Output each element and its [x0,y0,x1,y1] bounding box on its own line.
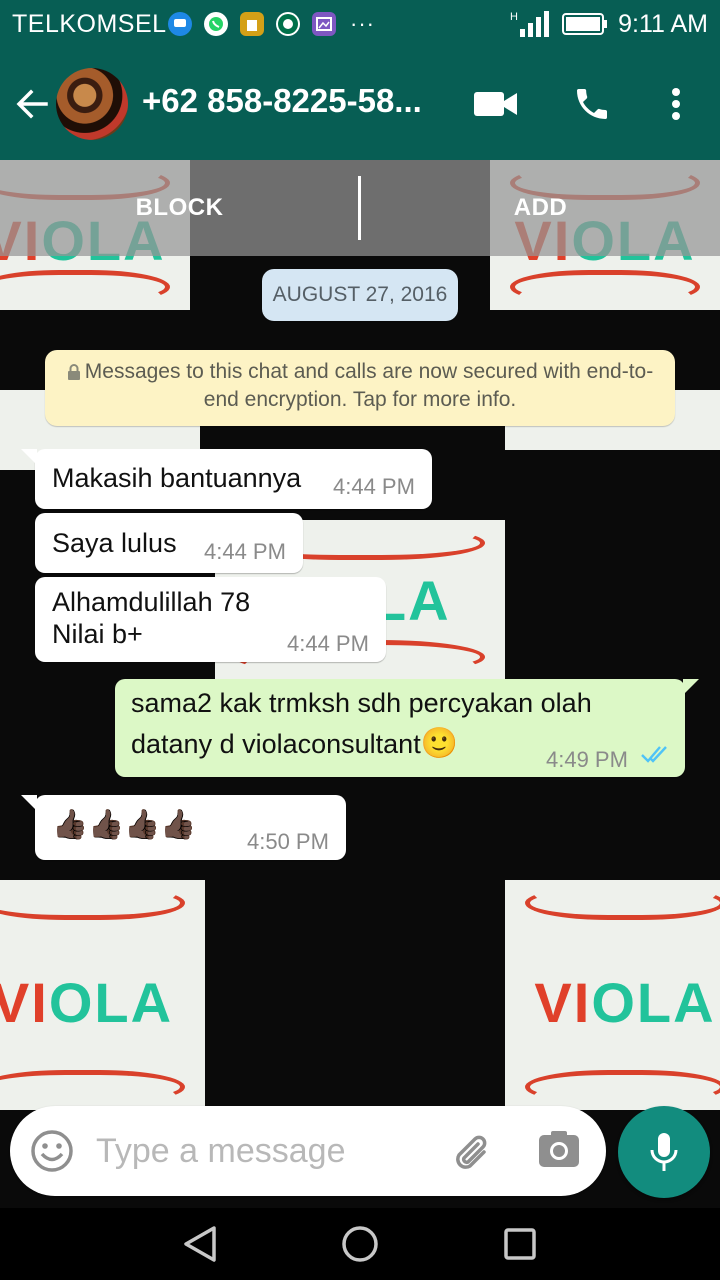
bubble-tail [21,449,37,465]
wallpaper-swirl [525,886,720,920]
message-bubble-outgoing[interactable]: sama2 kak trmksh sdh percyakan olah data… [115,679,699,777]
chat-header: +62 858-8225-58... [0,48,720,160]
whatsapp-notification-icon [204,12,228,36]
message-composer [10,1106,606,1196]
date-separator: AUGUST 27, 2016 [262,269,458,321]
thumbs-up-emojis: 👍🏿👍🏿👍🏿👍🏿 [52,809,197,841]
voice-record-button[interactable] [618,1106,710,1198]
add-contact-button[interactable]: ADD [361,160,720,256]
message-text-line: sama2 kak trmksh sdh percyakan olah [131,688,592,718]
encryption-notice[interactable]: Messages to this chat and calls are now … [45,350,675,426]
message-time: 4:49 PM [546,747,628,772]
shopping-notification-icon [240,12,264,36]
lock-icon [67,364,80,380]
message-text-line: Alhamdulillah 78 [52,587,251,617]
triangle-back-icon [184,1226,216,1262]
notification-icons: ··· [168,11,375,37]
voice-call-button[interactable] [568,80,616,128]
camera-icon [539,1131,579,1167]
emoji-icon [31,1130,73,1172]
nav-home-button[interactable] [338,1222,382,1266]
square-recents-icon [504,1228,536,1260]
signal-icon: H [510,11,550,37]
video-camera-icon [474,92,517,116]
message-text: Makasih bantuannya [52,463,302,493]
phone-icon [577,89,607,119]
nav-back-button[interactable] [178,1222,222,1266]
message-text: Saya lulus [52,528,177,558]
overflow-menu-button[interactable] [652,80,700,128]
wallpaper-tile: VIOLA [505,880,720,1110]
gallery-notification-icon [312,12,336,36]
back-arrow-icon [16,89,48,119]
carrier-name: TELKOMSEL [12,10,167,38]
message-text-line: Nilai b+ [52,619,143,649]
wallpaper-swirl [0,886,185,920]
message-notification-icon [168,12,192,36]
status-bar: TELKOMSEL ··· H 9:11 AM [0,0,720,48]
wallpaper-swirl [510,270,700,304]
message-bubble-incoming[interactable]: 👍🏿👍🏿👍🏿👍🏿 4:50 PM [21,795,346,860]
emoji-button[interactable] [30,1129,74,1173]
battery-icon [562,13,608,35]
message-input[interactable] [96,1126,426,1176]
bubble-tail [21,795,37,811]
system-navigation-bar [0,1208,720,1280]
encryption-notice-text: Messages to this chat and calls are now … [84,360,654,411]
microphone-icon [650,1133,678,1171]
attach-button[interactable] [450,1130,496,1176]
clock: 9:11 AM [618,9,708,38]
camera-button[interactable] [538,1130,582,1174]
bubble-tail [683,679,699,695]
unknown-contact-actions: BLOCK ADD [0,160,720,256]
wallpaper-swirl [0,270,170,304]
message-time: 4:44 PM [204,539,286,564]
more-vert-icon [672,88,680,120]
read-ticks-icon [641,746,667,763]
message-text-line: datany d violaconsultant🙂 [131,727,459,760]
paperclip-icon [456,1135,487,1169]
smile-emoji: 🙂 [420,727,459,760]
message-time: 4:50 PM [247,829,329,854]
contact-name[interactable]: +62 858-8225-58... [142,82,452,120]
message-bubble-incoming[interactable]: Alhamdulillah 78 Nilai b+ 4:44 PM [35,577,386,662]
wallpaper-swirl [0,1070,185,1104]
wallpaper-tile: VIOLA [0,880,205,1110]
video-call-button[interactable] [472,80,520,128]
wallpaper-swirl [525,1070,720,1104]
more-notifications-icon: ··· [350,11,375,36]
wallpaper-logo: VIOLA [0,971,174,1034]
starbucks-notification-icon [276,12,300,36]
message-time: 4:44 PM [333,474,415,499]
contact-avatar[interactable] [56,68,128,140]
message-time: 4:44 PM [287,631,369,656]
block-button[interactable]: BLOCK [0,160,359,256]
wallpaper-logo: VIOLA [534,971,716,1034]
status-indicators: H 9:11 AM [510,8,708,40]
message-bubble-incoming[interactable]: Saya lulus 4:44 PM [35,513,303,573]
back-button[interactable] [14,86,50,122]
nav-recents-button[interactable] [498,1222,542,1266]
svg-text:H: H [510,11,518,23]
message-bubble-incoming[interactable]: Makasih bantuannya 4:44 PM [21,449,432,509]
circle-home-icon [342,1226,378,1262]
